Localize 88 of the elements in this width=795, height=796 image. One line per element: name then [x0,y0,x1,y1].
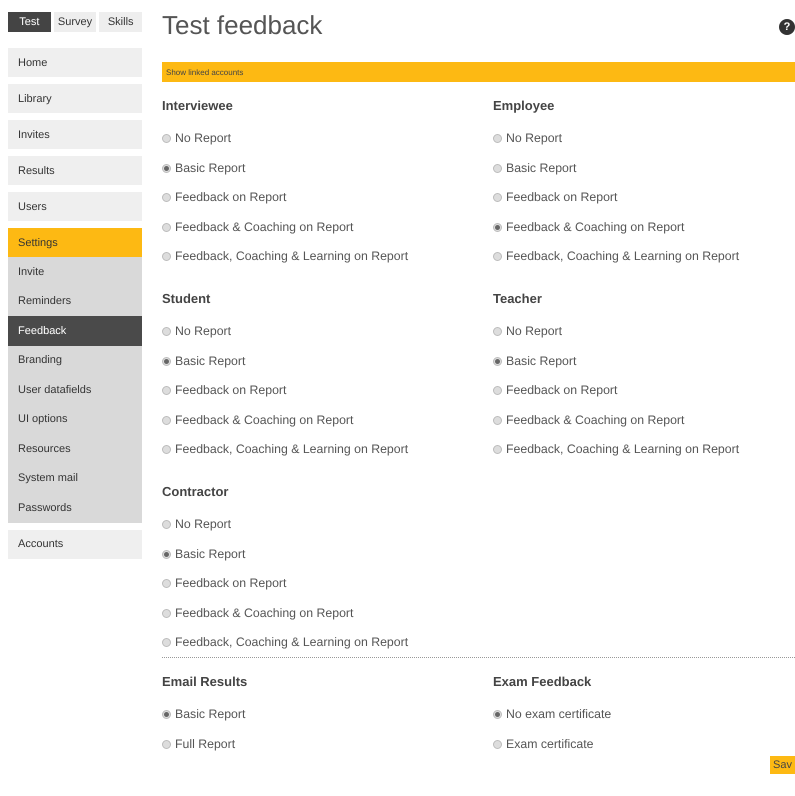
sidebar-item[interactable]: Library [8,84,142,113]
sidebar-item[interactable]: Results [8,156,142,185]
radio-button[interactable] [493,740,502,748]
sidebar-item[interactable]: Home [8,48,142,77]
radio-button[interactable] [162,222,171,232]
help-icon[interactable]: ? [779,19,795,35]
radio-button[interactable] [493,710,502,719]
radio-button[interactable] [162,710,171,719]
option-label: Feedback, Coaching & Learning on Report [175,249,408,263]
radio-button[interactable] [162,356,171,366]
group-heading: Teacher [493,291,543,308]
option-label: Feedback & Coaching on Report [175,220,354,234]
option-label: Basic Report [506,354,576,368]
sidebar-subitem[interactable]: System mail [8,464,142,493]
option-label: No Report [175,324,232,338]
radio-button[interactable] [162,386,171,395]
show-linked-accounts-bar[interactable]: Show linked accounts [162,62,795,82]
option-label: Feedback & Coaching on Report [175,412,354,426]
option-label: Feedback & Coaching on Report [506,412,684,426]
option-label: Feedback, Coaching & Learning on Report [175,635,408,649]
option-label: Exam certificate [506,736,594,750]
option-label: No Report [506,324,562,338]
radio-button[interactable] [493,445,502,454]
save-button[interactable]: Sav [770,756,795,774]
radio-button[interactable] [493,134,502,143]
option-label: Feedback & Coaching on Report [175,606,354,620]
sidebar-subitem[interactable]: Branding [8,346,142,375]
radio-button[interactable] [493,164,502,172]
nav-tab[interactable]: Test [8,12,51,32]
nav-tab[interactable]: Survey [54,12,96,32]
radio-button[interactable] [493,252,502,261]
radio-button[interactable] [493,193,502,202]
sidebar-subitem[interactable]: Invite [8,257,142,286]
radio-button[interactable] [162,416,171,424]
radio-button[interactable] [162,740,171,748]
sidebar-item[interactable]: Settings [8,228,142,257]
option-label: Feedback on Report [506,383,618,397]
option-label: Feedback & Coaching on Report [506,220,684,234]
sidebar-item[interactable]: Accounts [8,530,142,558]
option-label: Feedback on Report [175,576,286,590]
radio-button[interactable] [162,579,171,588]
option-label: Basic Report [175,707,246,721]
sidebar-subitem[interactable]: Feedback [8,316,142,346]
sidebar-subitem[interactable]: Passwords [8,493,142,522]
option-label: Basic Report [175,160,246,174]
sidebar-subitem[interactable]: Reminders [8,286,142,316]
radio-button[interactable] [493,356,502,366]
option-label: Feedback, Coaching & Learning on Report [506,442,740,456]
radio-button[interactable] [162,164,171,172]
group-heading: Exam Feedback [493,674,592,691]
group-heading: Student [162,291,212,308]
option-label: Feedback, Coaching & Learning on Report [175,442,408,456]
radio-button[interactable] [162,134,171,143]
radio-button[interactable] [493,416,502,424]
sidebar-item[interactable]: Users [8,192,142,221]
group-heading: Email Results [162,674,248,691]
radio-button[interactable] [162,193,171,202]
option-label: Feedback, Coaching & Learning on Report [506,249,740,263]
radio-button[interactable] [162,520,171,529]
page-title: Test feedback [162,10,322,40]
radio-button[interactable] [162,608,171,618]
option-label: Basic Report [506,160,576,174]
option-label: Basic Report [175,546,246,560]
group-heading: Interviewee [162,98,234,115]
option-label: No Report [506,131,562,145]
radio-button[interactable] [162,252,171,261]
option-label: Feedback on Report [175,190,286,204]
option-label: Basic Report [175,354,246,368]
sidebar-item[interactable]: Invites [8,120,142,149]
sidebar-subitem[interactable]: User datafields [8,375,142,404]
sidebar-subitem[interactable]: Resources [8,434,142,464]
radio-button[interactable] [493,222,502,232]
radio-button[interactable] [493,327,502,336]
sidebar-subitem[interactable]: UI options [8,404,142,434]
option-label: No exam certificate [506,707,612,721]
radio-button[interactable] [162,550,171,558]
radio-button[interactable] [162,638,171,647]
radio-button[interactable] [493,386,502,395]
nav-tab[interactable]: Skills [99,12,142,32]
radio-button[interactable] [162,445,171,454]
radio-button[interactable] [162,327,171,336]
group-heading: Employee [493,98,556,115]
option-label: Feedback on Report [175,383,286,397]
group-heading: Contractor [162,484,230,501]
option-label: No Report [175,517,232,531]
option-label: No Report [175,131,232,145]
option-label: Full Report [175,736,236,750]
option-label: Feedback on Report [506,190,618,204]
